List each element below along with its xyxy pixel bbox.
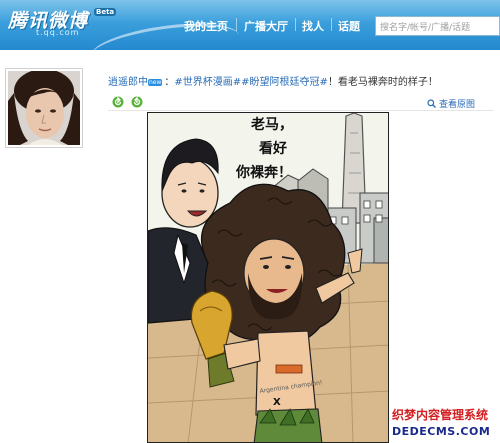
magnifier-icon bbox=[427, 99, 436, 108]
view-original-link[interactable]: 查看原图 bbox=[427, 97, 475, 110]
site-domain: t.qq.com bbox=[36, 28, 80, 37]
user-avatar[interactable] bbox=[5, 68, 83, 148]
post-body-text: ！看老马裸奔时的样子！ bbox=[327, 77, 438, 88]
watermark-chinese: 织梦内容管理系统 bbox=[390, 406, 491, 423]
view-original-label: 查看原图 bbox=[439, 100, 476, 110]
speech-line-1: 老马， bbox=[251, 116, 293, 133]
topic-link-argentina[interactable]: #盼望阿根廷夺冠# bbox=[241, 77, 328, 88]
post-comic-image[interactable]: 老马， 看好 你裸奔！ Argentina champion! X bbox=[147, 112, 389, 443]
speech-line-2: 看好 bbox=[258, 140, 287, 157]
rotate-right-icon[interactable] bbox=[131, 96, 143, 108]
speech-line-3: 你裸奔！ bbox=[235, 164, 292, 181]
top-header: 腾讯微博 Beta t.qq.com 我的主页 广播大厅 找人 话题 搜名字/帐… bbox=[0, 0, 500, 50]
comic-illustration: 老马， 看好 你裸奔！ Argentina champion! X bbox=[148, 113, 388, 442]
nav-divider bbox=[331, 18, 332, 31]
beta-badge: Beta bbox=[94, 8, 117, 16]
nav-topics[interactable]: 话题 bbox=[338, 18, 360, 34]
new-badge-icon: new bbox=[148, 79, 163, 86]
avatar-photo bbox=[8, 69, 80, 145]
shorts-mark: X bbox=[273, 397, 281, 408]
search-input[interactable]: 搜名字/帐号/广播/话题 bbox=[375, 16, 500, 36]
nav-find-people[interactable]: 找人 bbox=[302, 18, 324, 34]
nav-my-home[interactable]: 我的主页 bbox=[184, 18, 228, 34]
nav-divider bbox=[295, 18, 296, 31]
post-divider bbox=[108, 110, 494, 111]
rotate-left-icon[interactable] bbox=[112, 96, 124, 108]
topic-link-worldcup-comic[interactable]: #世界杯漫画# bbox=[174, 77, 241, 88]
post-author-link[interactable]: 逍遥郎中 bbox=[108, 77, 148, 88]
post-text: 逍遥郎中new ：#世界杯漫画##盼望阿根廷夺冠#！看老马裸奔时的样子！ bbox=[108, 73, 438, 88]
nav-broadcast-hall[interactable]: 广播大厅 bbox=[244, 18, 288, 34]
post-colon: ： bbox=[164, 77, 175, 88]
nav-divider bbox=[236, 18, 237, 31]
watermark-dedecms: DEDECMS.COM bbox=[390, 425, 493, 438]
